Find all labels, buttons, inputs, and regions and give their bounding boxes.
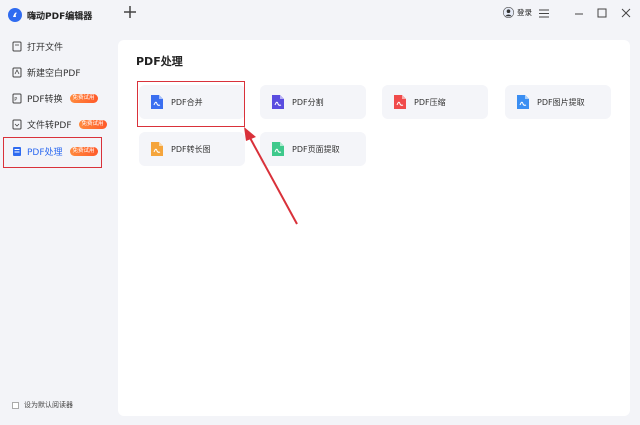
default-reader-label: 设为默认阅读器 — [24, 401, 73, 409]
sidebar-item-new-blank-pdf[interactable]: 新建空白PDF — [12, 62, 104, 82]
tool-label: PDF压缩 — [414, 97, 446, 107]
tool-pdf-to-long-image[interactable]: PDF转长图 — [139, 132, 245, 166]
pdf-page-extract-icon — [272, 142, 284, 156]
sidebar: 嗨动PDF编辑器 打开文件 新建空白PDF P PDF转换 免费试用 文件转PD… — [0, 0, 110, 425]
sidebar-item-label: 新建空白PDF — [27, 68, 81, 79]
tool-label: PDF图片提取 — [537, 97, 585, 107]
sidebar-item-label: PDF转换 — [27, 94, 63, 105]
folder-icon — [12, 41, 22, 52]
pdf-split-icon — [272, 95, 284, 109]
sidebar-item-open-file[interactable]: 打开文件 — [12, 36, 104, 56]
tool-label: PDF分割 — [292, 97, 324, 107]
pdf-to-long-image-icon — [151, 142, 163, 156]
active-item-highlight — [3, 137, 102, 168]
tool-pdf-compress[interactable]: PDF压缩 — [382, 85, 488, 119]
pdf-compress-icon — [394, 95, 406, 109]
app-title-text: 嗨动PDF编辑器 — [27, 11, 93, 22]
add-tab-icon[interactable] — [122, 4, 138, 20]
panel-title: PDF处理 — [136, 55, 183, 68]
top-bar: 登录 — [110, 0, 640, 30]
new-pdf-icon — [12, 67, 22, 78]
sidebar-item-label: 文件转PDF — [27, 120, 72, 131]
pdf-convert-icon: P — [12, 93, 22, 104]
tool-pdf-split[interactable]: PDF分割 — [260, 85, 366, 119]
default-reader-checkbox[interactable] — [12, 401, 19, 409]
default-reader-option[interactable]: 设为默认阅读器 — [12, 400, 73, 410]
user-avatar-icon — [503, 7, 514, 18]
tool-label: PDF转长图 — [171, 144, 211, 154]
svg-text:P: P — [14, 97, 17, 103]
free-trial-badge: 免费试用 — [78, 119, 107, 129]
pdf-image-extract-icon — [517, 95, 529, 109]
menu-icon[interactable] — [538, 7, 550, 19]
tool-pdf-image-extract[interactable]: PDF图片提取 — [505, 85, 611, 119]
login-button[interactable]: 登录 — [503, 7, 532, 18]
maximize-icon[interactable] — [596, 7, 608, 19]
login-label: 登录 — [517, 8, 532, 17]
close-icon[interactable] — [620, 7, 632, 19]
sidebar-item-pdf-convert[interactable]: P PDF转换 免费试用 — [12, 88, 104, 108]
tool-label: PDF页面提取 — [292, 144, 340, 154]
merge-tool-highlight — [137, 81, 245, 127]
sidebar-item-label: 打开文件 — [27, 42, 64, 53]
minimize-icon[interactable] — [573, 7, 585, 19]
tool-pdf-page-extract[interactable]: PDF页面提取 — [260, 132, 366, 166]
sidebar-item-file-to-pdf[interactable]: 文件转PDF 免费试用 — [12, 114, 107, 134]
app-logo-icon — [8, 8, 22, 22]
free-trial-badge: 免费试用 — [69, 93, 98, 103]
file-to-pdf-icon — [12, 119, 22, 130]
app-title: 嗨动PDF编辑器 — [8, 6, 92, 24]
